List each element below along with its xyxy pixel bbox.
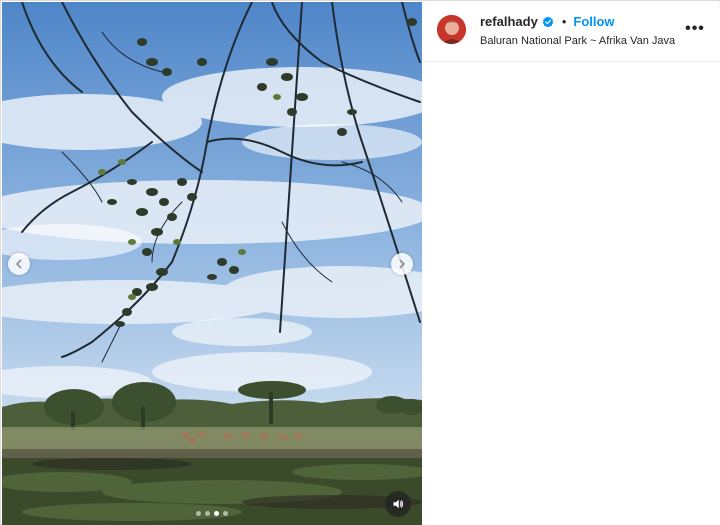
follow-button[interactable]: Follow <box>573 14 614 30</box>
video-frame <box>2 2 422 525</box>
separator-dot: • <box>561 14 567 29</box>
user-line: refalhady • Follow <box>480 14 615 30</box>
carousel-prev-button[interactable] <box>8 253 30 275</box>
carousel-indicator <box>196 511 228 516</box>
more-options-icon: ••• <box>685 20 705 37</box>
post-media[interactable] <box>2 2 422 525</box>
post-dialog: refalhady • Follow Baluran National Park… <box>0 0 720 525</box>
username-link[interactable]: refalhady <box>480 14 538 30</box>
chevron-right-icon <box>399 259 405 269</box>
chevron-left-icon <box>16 259 22 269</box>
avatar[interactable] <box>437 15 466 44</box>
avatar-image <box>437 15 466 44</box>
carousel-dot <box>205 511 210 516</box>
more-options-button[interactable]: ••• <box>685 19 705 39</box>
location-link[interactable]: Baluran National Park ~ Afrika Van Java <box>480 34 675 48</box>
audio-toggle-button[interactable] <box>385 491 411 517</box>
carousel-next-button[interactable] <box>391 253 413 275</box>
speaker-icon <box>393 499 404 509</box>
verified-badge-icon <box>542 16 554 28</box>
carousel-dot <box>196 511 201 516</box>
post-header: refalhady • Follow Baluran National Park… <box>423 2 720 62</box>
carousel-dot <box>223 511 228 516</box>
carousel-dot-active <box>214 511 219 516</box>
post-sidebar: refalhady • Follow Baluran National Park… <box>423 2 720 525</box>
